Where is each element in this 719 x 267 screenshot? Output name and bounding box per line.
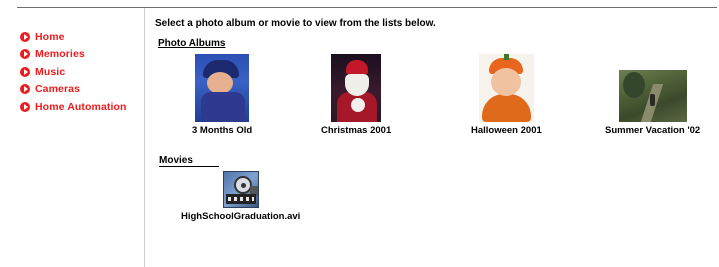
sidebar-item-music[interactable]: Music [20, 63, 127, 81]
arrow-bullet-icon [20, 101, 30, 112]
main-content: Select a photo album or movie to view fr… [155, 8, 715, 267]
movie-highschool-graduation[interactable]: HighSchoolGraduation.avi [181, 171, 300, 222]
thumb-detail [649, 94, 655, 106]
album-halloween-2001[interactable]: Halloween 2001 [471, 54, 542, 136]
instructions-text: Select a photo album or movie to view fr… [155, 18, 436, 29]
sidebar-item-cameras[interactable]: Cameras [20, 81, 127, 99]
sidebar-nav: Home Memories Music Cameras Home Automat… [20, 28, 127, 116]
movie-caption[interactable]: HighSchoolGraduation.avi [181, 211, 300, 222]
thumb-detail [490, 68, 521, 96]
thumb-detail [225, 194, 256, 204]
album-caption[interactable]: 3 Months Old [192, 125, 252, 136]
album-christmas-2001[interactable]: Christmas 2001 [321, 54, 391, 136]
thumb-detail [351, 98, 366, 112]
thumb-detail [207, 72, 234, 94]
album-thumbnail[interactable] [195, 54, 250, 122]
thumb-detail [481, 94, 531, 122]
sidebar-item-label[interactable]: Home [35, 31, 65, 43]
arrow-bullet-icon [20, 31, 30, 42]
album-summer-vacation-02[interactable]: Summer Vacation '02 [605, 70, 700, 136]
photo-albums-heading: Photo Albums [158, 38, 226, 49]
film-reel-icon[interactable] [222, 171, 259, 208]
album-thumbnail[interactable] [331, 54, 382, 122]
album-thumbnail[interactable] [478, 54, 534, 122]
thumb-detail [346, 60, 369, 74]
sidebar-item-home[interactable]: Home [20, 28, 127, 46]
sidebar: Home Memories Music Cameras Home Automat… [0, 8, 145, 267]
thumb-detail [503, 54, 509, 60]
sidebar-item-label[interactable]: Cameras [35, 83, 80, 95]
arrow-bullet-icon [20, 49, 30, 60]
album-thumbnail[interactable] [618, 70, 687, 122]
arrow-bullet-icon [20, 66, 30, 77]
album-caption[interactable]: Christmas 2001 [321, 125, 391, 136]
album-caption[interactable]: Halloween 2001 [471, 125, 542, 136]
arrow-bullet-icon [20, 84, 30, 95]
thumb-detail [622, 72, 645, 98]
album-caption[interactable]: Summer Vacation '02 [605, 125, 700, 136]
album-3-months-old[interactable]: 3 Months Old [192, 54, 252, 136]
sidebar-item-memories[interactable]: Memories [20, 46, 127, 64]
sidebar-item-label[interactable]: Memories [35, 48, 85, 60]
sidebar-item-home-automation[interactable]: Home Automation [20, 98, 127, 116]
sidebar-item-label[interactable]: Home Automation [35, 101, 127, 113]
movies-heading: Movies [159, 155, 219, 167]
thumb-detail [201, 92, 246, 122]
sidebar-item-label[interactable]: Music [35, 66, 65, 78]
